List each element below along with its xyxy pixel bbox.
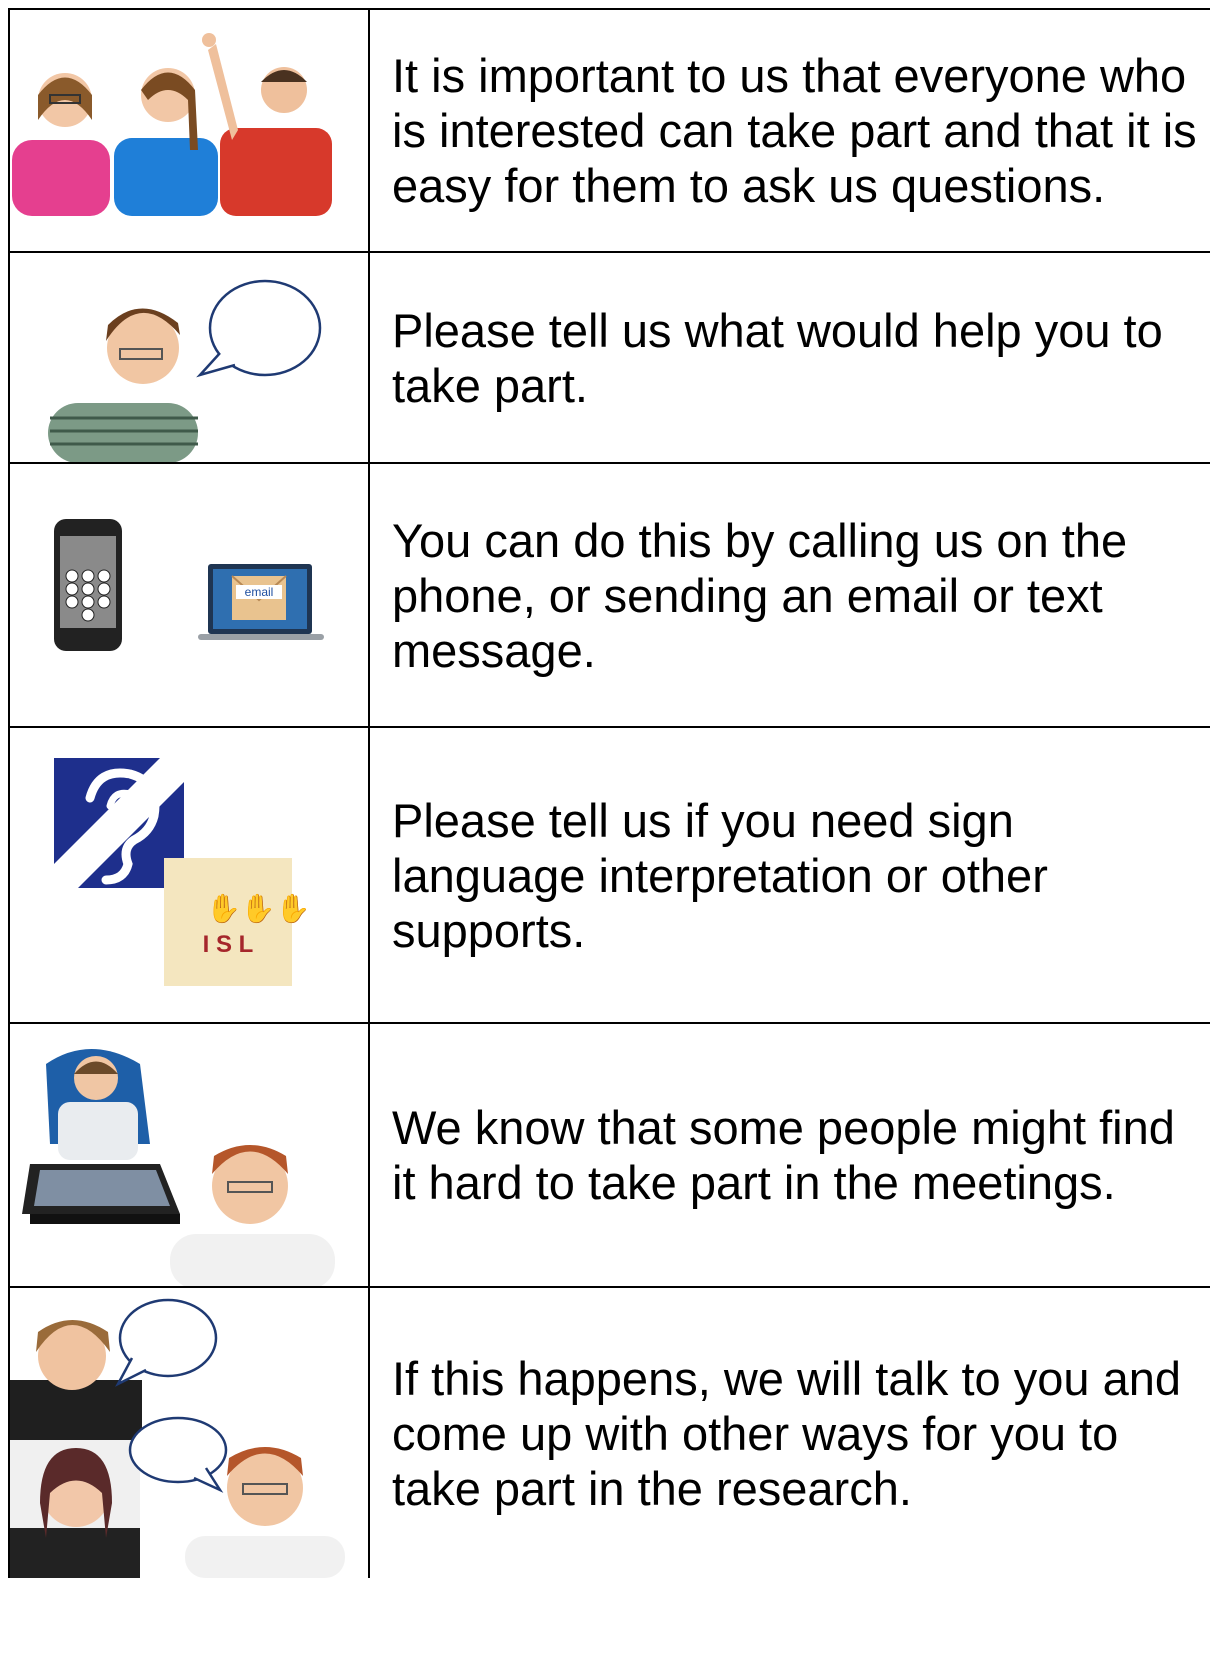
row-text: It is important to us that everyone who … bbox=[392, 49, 1197, 212]
svg-text:✋✋✋: ✋✋✋ bbox=[206, 892, 311, 925]
hearing-loop-and-isl-icon: ✋✋✋ I S L bbox=[8, 728, 370, 1022]
row-text: You can do this by calling us on the pho… bbox=[392, 513, 1128, 677]
svg-text:I S L: I S L bbox=[203, 931, 254, 958]
svg-text:email: email bbox=[245, 585, 274, 599]
table-row: It is important to us that everyone who … bbox=[8, 8, 1210, 251]
table-row: Please tell us what would help you to ta… bbox=[8, 251, 1210, 462]
table-row: We know that some people might find it h… bbox=[8, 1022, 1210, 1286]
row-text: Please tell us if you need sign language… bbox=[392, 793, 1048, 957]
wheelchair-user-and-young-man-icon bbox=[8, 1024, 370, 1286]
table-row: If this happens, we will talk to you and… bbox=[8, 1286, 1210, 1578]
phone-and-laptop-email-icon: email bbox=[8, 464, 370, 726]
people-talking-icon bbox=[8, 1288, 370, 1578]
row-text: If this happens, we will talk to you and… bbox=[392, 1351, 1181, 1515]
table-row: ✋✋✋ I S L Please tell us if you need sig… bbox=[8, 726, 1210, 1022]
person-speech-bubble-icon bbox=[8, 253, 370, 462]
table-row: email You can do this by calling us on t… bbox=[8, 462, 1210, 726]
easy-read-table: It is important to us that everyone who … bbox=[8, 8, 1210, 1578]
row-text: Please tell us what would help you to ta… bbox=[392, 303, 1163, 412]
three-young-people-icon bbox=[8, 10, 370, 251]
row-text: We know that some people might find it h… bbox=[392, 1101, 1175, 1209]
